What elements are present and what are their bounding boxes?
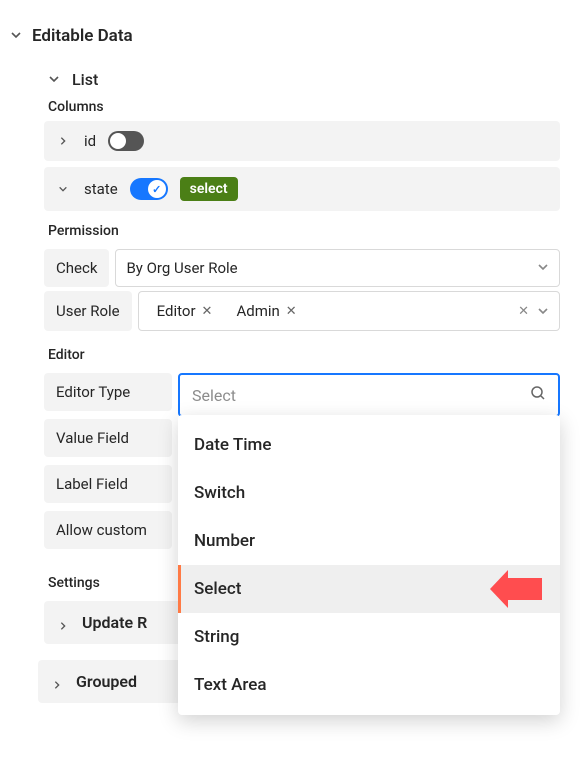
section-title: Editable Data	[32, 26, 133, 46]
chevron-down-icon	[537, 259, 549, 277]
check-icon: ✓	[148, 180, 166, 198]
toggle-off[interactable]	[108, 131, 144, 151]
chevron-down-icon	[58, 182, 72, 196]
chevron-down-icon	[48, 73, 62, 87]
check-value: By Org User Role	[126, 259, 237, 277]
editor-type-dropdown: Date Time Switch Number Select String Te…	[178, 415, 560, 715]
update-label: Update R	[82, 613, 147, 632]
chevron-right-icon	[52, 675, 66, 689]
close-icon[interactable]: ✕	[202, 304, 213, 319]
chevron-right-icon	[58, 616, 72, 630]
user-role-row: User Role Editor ✕ Admin ✕ ✕	[44, 291, 560, 331]
list-header[interactable]: List	[38, 62, 566, 97]
role-tag[interactable]: Admin ✕	[228, 300, 304, 322]
clear-icon[interactable]: ✕	[518, 304, 529, 319]
allow-custom-label: Allow custom	[44, 511, 172, 549]
column-name: id	[84, 132, 96, 150]
chevron-right-icon	[58, 134, 72, 148]
role-tag[interactable]: Editor ✕	[149, 300, 221, 322]
option-text-area[interactable]: Text Area	[178, 661, 560, 709]
permission-check-row: Check By Org User Role	[44, 249, 560, 287]
arrow-left-icon	[506, 578, 542, 600]
option-select[interactable]: Select	[178, 565, 560, 613]
user-role-select[interactable]: Editor ✕ Admin ✕ ✕	[138, 291, 560, 331]
close-icon[interactable]: ✕	[286, 304, 297, 319]
column-type-badge: select	[180, 177, 238, 201]
toggle-on[interactable]: ✓	[130, 178, 168, 200]
column-name: state	[84, 180, 118, 198]
column-row-id[interactable]: id	[44, 121, 560, 161]
option-switch[interactable]: Switch	[178, 469, 560, 517]
permission-label: Permission	[38, 217, 566, 245]
columns-label: Columns	[38, 97, 566, 121]
editor-type-label: Editor Type	[44, 373, 172, 411]
chevron-down-icon	[537, 305, 549, 317]
column-row-state[interactable]: state ✓ select	[44, 167, 560, 211]
editor-type-search[interactable]: Select	[178, 373, 560, 417]
editor-label: Editor	[38, 341, 566, 369]
list-panel: List Columns id state ✓ select Permissio…	[38, 62, 566, 644]
list-title: List	[72, 70, 98, 89]
section-header[interactable]: Editable Data	[10, 22, 566, 50]
search-icon	[530, 385, 546, 405]
check-select[interactable]: By Org User Role	[115, 249, 560, 287]
editor-area: Editor Type Value Field Label Field Allo…	[44, 373, 560, 549]
chevron-down-icon	[10, 29, 24, 43]
option-number[interactable]: Number	[178, 517, 560, 565]
option-string[interactable]: String	[178, 613, 560, 661]
grouped-title: Grouped	[76, 672, 137, 691]
user-role-label: User Role	[44, 291, 132, 331]
value-field-label: Value Field	[44, 419, 172, 457]
select-tail: ✕	[518, 304, 549, 319]
search-placeholder: Select	[192, 386, 236, 405]
option-date-time[interactable]: Date Time	[178, 421, 560, 469]
label-field-label: Label Field	[44, 465, 172, 503]
check-label: Check	[44, 249, 109, 287]
